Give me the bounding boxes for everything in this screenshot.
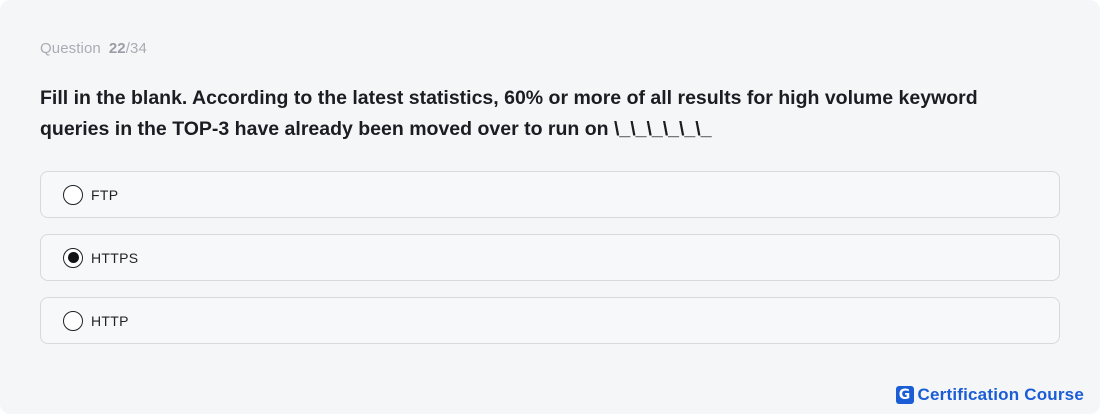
radio-empty-icon[interactable]	[63, 184, 83, 205]
brand-logo: G Certification Course	[895, 385, 1084, 405]
radio-dot	[67, 252, 79, 263]
answer-option-label: FTP	[91, 186, 119, 203]
question-counter: Question 22/34	[40, 40, 147, 57]
brand-g-icon: G	[895, 386, 914, 404]
radio-empty-icon[interactable]	[63, 310, 83, 331]
question-text: Fill in the blank. According to the late…	[40, 87, 978, 140]
answer-option-http[interactable]: HTTP	[40, 297, 1060, 344]
question-card: Question 22/34 Fill in the blank. Accordi…	[0, 0, 1100, 414]
answer-option-ftp[interactable]: FTP	[40, 171, 1060, 218]
answer-option-label: HTTP	[91, 312, 129, 329]
radio-filled-icon[interactable]	[63, 247, 83, 268]
question-counter-current: 22	[108, 40, 126, 57]
answer-option-label: HTTPS	[91, 249, 139, 266]
question-counter-total: /34	[125, 40, 147, 57]
answer-option-https[interactable]: HTTPS	[40, 234, 1060, 281]
question-counter-label: Question	[40, 40, 101, 57]
brand-name: Certification Course	[917, 385, 1084, 404]
